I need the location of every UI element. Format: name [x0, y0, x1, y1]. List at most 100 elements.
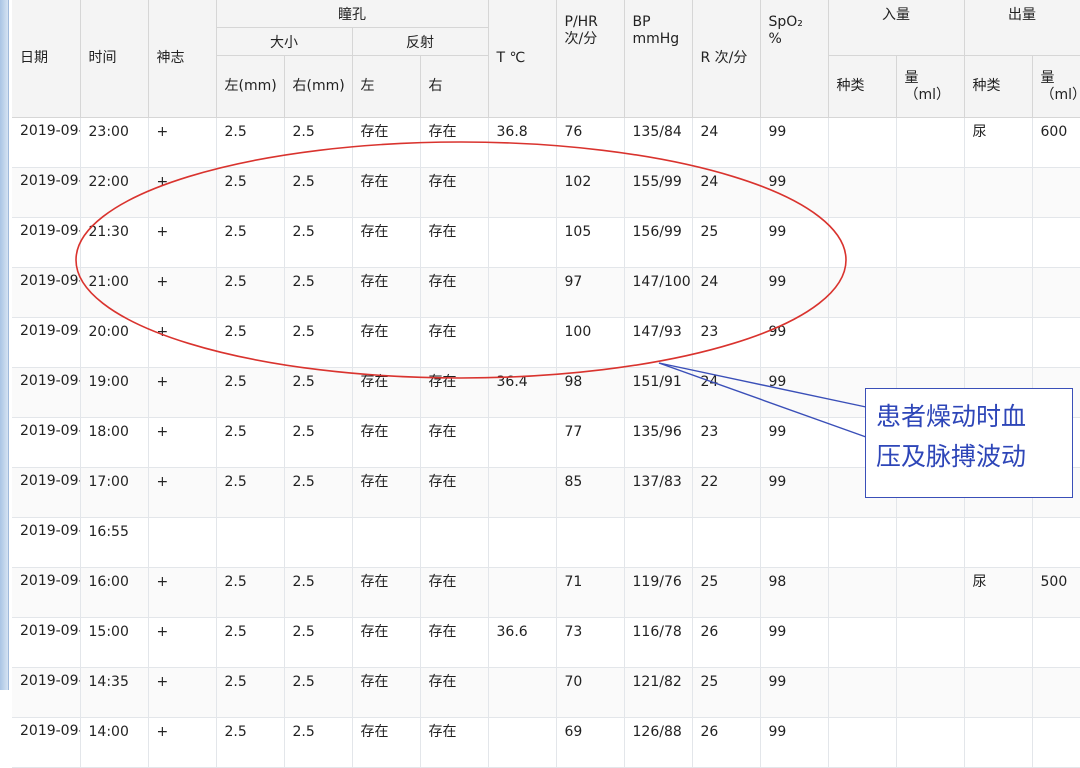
- cell-output-kind: 尿: [964, 567, 1033, 618]
- header-pupil: 瞳孔: [216, 0, 489, 28]
- header-temp[interactable]: T ℃: [488, 0, 557, 118]
- cell-spo2: 99: [760, 267, 829, 318]
- cell-size-right: 2.5: [284, 117, 353, 168]
- cell-date: 2019-09-15: [12, 367, 81, 418]
- cell-size-left: 2.5: [216, 467, 285, 518]
- cell-size-right: 2.5: [284, 467, 353, 518]
- cell-bp: 151/91: [624, 367, 693, 418]
- table-row[interactable]: 2019-09-15 14:00 + 2.5 2.5 存在 存在 69 126/…: [12, 717, 1080, 768]
- cell-bp: 147/100: [624, 267, 693, 318]
- cell-output-kind: [964, 317, 1033, 368]
- cell-output-kind: [964, 217, 1033, 268]
- cell-reflex-left: 存在: [352, 467, 421, 518]
- header-output-amount[interactable]: 量 （ml）: [1032, 55, 1080, 118]
- cell-date: 2019-09-15: [12, 167, 81, 218]
- cell-size-left: 2.5: [216, 217, 285, 268]
- cell-spo2: 99: [760, 167, 829, 218]
- cell-output-kind: [964, 717, 1033, 768]
- cell-spo2: 99: [760, 667, 829, 718]
- cell-temp: [488, 317, 557, 368]
- table-row[interactable]: 2019-09-15 21:00 + 2.5 2.5 存在 存在 97 147/…: [12, 267, 1080, 318]
- header-reflex-left[interactable]: 左: [352, 55, 421, 118]
- header-output-kind[interactable]: 种类: [964, 55, 1033, 118]
- cell-consciousness: +: [148, 667, 217, 718]
- cell-resp: 24: [692, 117, 761, 168]
- cell-reflex-right: 存在: [420, 717, 489, 768]
- cell-reflex-left: 存在: [352, 717, 421, 768]
- cell-time: 20:00: [80, 317, 149, 368]
- table-row[interactable]: 2019-09-15 16:00 + 2.5 2.5 存在 存在 71 119/…: [12, 567, 1080, 618]
- header-size-left[interactable]: 左(mm): [216, 55, 285, 118]
- cell-size-right: 2.5: [284, 267, 353, 318]
- cell-spo2: 99: [760, 617, 829, 668]
- callout-text-line2: 压及脉搏波动: [876, 442, 1027, 471]
- table-row[interactable]: 2019-09-15 22:00 + 2.5 2.5 存在 存在 102 155…: [12, 167, 1080, 218]
- header-resp[interactable]: R 次/分: [692, 0, 761, 118]
- cell-size-left: 2.5: [216, 367, 285, 418]
- nursing-record-table: 日期 时间 神志 瞳孔 T ℃ P/HR 次/分 BP mmHg R 次/分 S…: [12, 0, 1080, 768]
- table-row[interactable]: 2019-09-15 20:00 + 2.5 2.5 存在 存在 100 147…: [12, 317, 1080, 368]
- cell-intake-amount: [896, 117, 965, 168]
- header-pulse[interactable]: P/HR 次/分: [556, 0, 625, 118]
- table-row[interactable]: 2019-09-15 23:00 + 2.5 2.5 存在 存在 36.8 76…: [12, 117, 1080, 168]
- cell-consciousness: +: [148, 117, 217, 168]
- cell-pulse: 102: [556, 167, 625, 218]
- cell-output-amount: 500: [1032, 567, 1080, 618]
- cell-pulse: [556, 517, 625, 568]
- header-intake-amount-line2: （ml）: [904, 87, 951, 103]
- cell-size-left: 2.5: [216, 167, 285, 218]
- cell-spo2: 99: [760, 217, 829, 268]
- cell-consciousness: +: [148, 717, 217, 768]
- cell-pulse: 85: [556, 467, 625, 518]
- header-size-right[interactable]: 右(mm): [284, 55, 353, 118]
- cell-time: 14:35: [80, 667, 149, 718]
- header-intake-amount[interactable]: 量 （ml）: [896, 55, 965, 118]
- header-spo2[interactable]: SpO₂ %: [760, 0, 829, 118]
- cell-output-amount: [1032, 267, 1080, 318]
- header-date[interactable]: 日期: [12, 0, 81, 118]
- header-spo2-line2: %: [768, 31, 782, 47]
- header-pupil-reflex: 反射: [352, 27, 489, 56]
- cell-resp: 24: [692, 267, 761, 318]
- cell-reflex-right: 存在: [420, 367, 489, 418]
- cell-reflex-left: 存在: [352, 167, 421, 218]
- cell-size-left: 2.5: [216, 267, 285, 318]
- cell-date: 2019-09-15: [12, 567, 81, 618]
- cell-resp: 23: [692, 417, 761, 468]
- header-bp-line2: mmHg: [632, 31, 680, 47]
- cell-reflex-right: 存在: [420, 467, 489, 518]
- cell-temp: [488, 167, 557, 218]
- cell-temp: 36.6: [488, 617, 557, 668]
- header-reflex-right[interactable]: 右: [420, 55, 489, 118]
- header-bp[interactable]: BP mmHg: [624, 0, 693, 118]
- cell-bp: 135/96: [624, 417, 693, 468]
- cell-consciousness: +: [148, 267, 217, 318]
- cell-bp: 147/93: [624, 317, 693, 368]
- table-row[interactable]: 2019-09-15 14:35 + 2.5 2.5 存在 存在 70 121/…: [12, 667, 1080, 718]
- cell-output-kind: [964, 167, 1033, 218]
- cell-date: 2019-09-15: [12, 317, 81, 368]
- cell-spo2: 99: [760, 717, 829, 768]
- cell-resp: 26: [692, 617, 761, 668]
- cell-temp: [488, 517, 557, 568]
- cell-time: 23:00: [80, 117, 149, 168]
- cell-time: 16:55: [80, 517, 149, 568]
- cell-reflex-right: 存在: [420, 417, 489, 468]
- cell-intake-amount: [896, 567, 965, 618]
- table-row[interactable]: 2019-09-15 21:30 + 2.5 2.5 存在 存在 105 156…: [12, 217, 1080, 268]
- cell-reflex-right: [420, 517, 489, 568]
- header-consciousness[interactable]: 神志: [148, 0, 217, 118]
- cell-intake-amount: [896, 267, 965, 318]
- header-intake: 入量: [828, 0, 965, 56]
- cell-temp: [488, 467, 557, 518]
- header-time[interactable]: 时间: [80, 0, 149, 118]
- table-row[interactable]: 2019-09-15 16:55: [12, 517, 1080, 568]
- table-row[interactable]: 2019-09-15 15:00 + 2.5 2.5 存在 存在 36.6 73…: [12, 617, 1080, 668]
- cell-bp: 121/82: [624, 667, 693, 718]
- cell-intake-amount: [896, 717, 965, 768]
- cell-temp: [488, 667, 557, 718]
- cell-size-right: 2.5: [284, 367, 353, 418]
- cell-spo2: [760, 517, 829, 568]
- header-intake-kind[interactable]: 种类: [828, 55, 897, 118]
- cell-consciousness: +: [148, 167, 217, 218]
